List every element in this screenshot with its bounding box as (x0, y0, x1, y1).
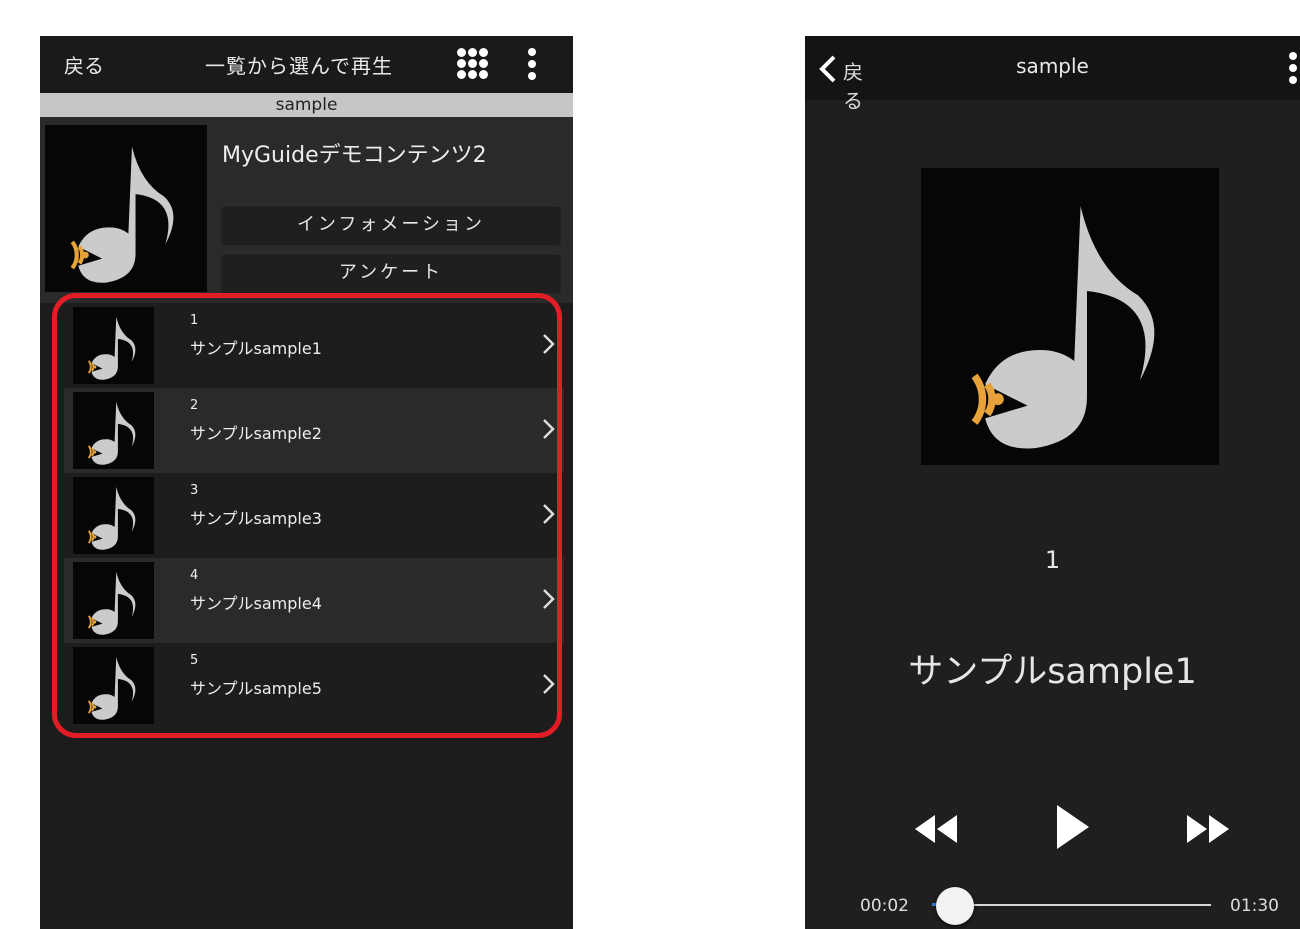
item-label: サンプルsample4 (190, 594, 322, 613)
item-label: サンプルsample3 (190, 509, 322, 528)
list-item[interactable]: 5 サンプルsample5 (64, 643, 564, 728)
music-note-icon (73, 477, 154, 554)
rewind-icon[interactable] (913, 811, 959, 847)
back-button[interactable]: 戻る (64, 50, 104, 79)
survey-button[interactable]: アンケート (221, 253, 561, 293)
list-screen: 戻る 一覧から選んで再生 sample MyGuideデモコンテンツ2 インフォ… (40, 36, 573, 929)
elapsed-time: 00:02 (860, 896, 909, 916)
music-note-icon (45, 125, 207, 292)
item-number: 1 (190, 313, 199, 328)
more-vertical-icon[interactable] (1289, 52, 1299, 84)
music-note-icon (921, 168, 1219, 465)
music-note-icon (73, 307, 154, 384)
content-info: MyGuideデモコンテンツ2 インフォメーション アンケート (40, 117, 573, 303)
more-vertical-icon[interactable] (526, 46, 538, 82)
chevron-right-icon (543, 589, 555, 609)
player-screen: 戻る sample 1 サンプルsample1 00:02 01:30 (805, 36, 1300, 929)
item-label: サンプルsample1 (190, 339, 322, 358)
content-name-bar: sample (40, 93, 573, 117)
music-note-icon (73, 562, 154, 639)
list-item[interactable]: 3 サンプルsample3 (64, 473, 564, 558)
item-label: サンプルsample2 (190, 424, 322, 443)
track-number: 1 (1044, 546, 1061, 574)
screen-title: 一覧から選んで再生 (205, 54, 393, 78)
item-label: サンプルsample5 (190, 679, 322, 698)
seek-handle[interactable] (936, 887, 974, 925)
music-note-icon (73, 392, 154, 469)
item-number: 3 (190, 483, 199, 498)
chevron-right-icon (543, 504, 555, 524)
track-list: 1 サンプルsample1 2 サンプルsample2 3 サンプルsample… (64, 303, 564, 728)
information-button[interactable]: インフォメーション (221, 205, 561, 245)
list-item[interactable]: 2 サンプルsample2 (64, 388, 564, 473)
content-title: MyGuideデモコンテンツ2 (222, 143, 487, 168)
chevron-right-icon (543, 334, 555, 354)
play-icon[interactable] (1053, 802, 1093, 852)
chevron-right-icon (543, 674, 555, 694)
duration-time: 01:30 (1230, 896, 1279, 916)
top-bar: 戻る sample (805, 36, 1300, 113)
item-number: 2 (190, 398, 199, 413)
track-title: サンプルsample1 (908, 652, 1197, 692)
screen-title: sample (1016, 54, 1089, 78)
top-bar: 戻る 一覧から選んで再生 (40, 36, 573, 93)
list-item[interactable]: 4 サンプルsample4 (64, 558, 564, 643)
grid-menu-icon[interactable] (453, 44, 493, 84)
item-number: 5 (190, 653, 199, 668)
fast-forward-icon[interactable] (1185, 811, 1231, 847)
music-note-icon (73, 647, 154, 724)
seek-bar[interactable] (955, 904, 1211, 906)
list-item[interactable]: 1 サンプルsample1 (64, 303, 564, 388)
item-number: 4 (190, 568, 199, 583)
chevron-right-icon (543, 419, 555, 439)
